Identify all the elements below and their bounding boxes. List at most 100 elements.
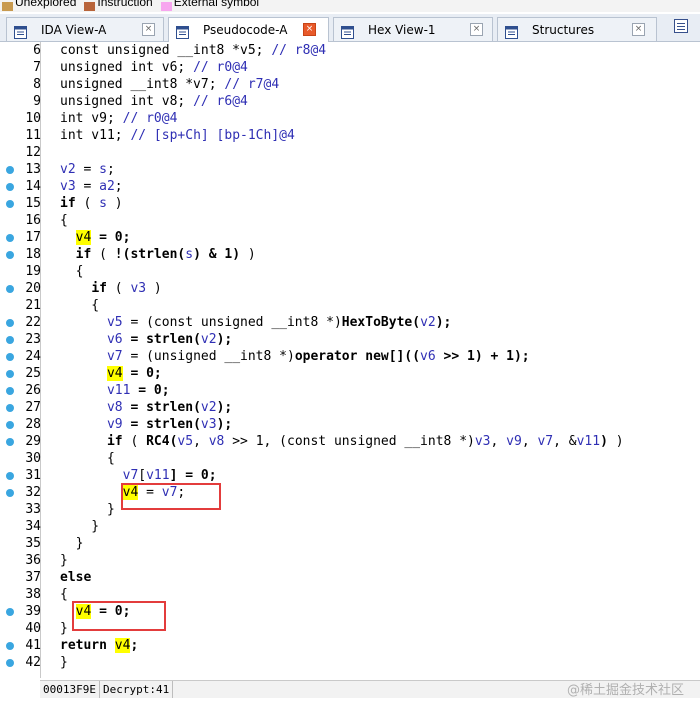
code-line[interactable]: 39 v4 = 0; bbox=[0, 603, 700, 620]
code-token[interactable]: v2 bbox=[420, 315, 436, 330]
code-line[interactable]: 36} bbox=[0, 552, 700, 569]
highlighted-token[interactable]: v4 bbox=[75, 230, 92, 245]
code-token: ( bbox=[122, 434, 147, 449]
tab-ida-view-a[interactable]: IDA View-A × bbox=[6, 17, 164, 41]
code-token[interactable]: v3 bbox=[475, 434, 491, 449]
highlighted-token[interactable]: v4 bbox=[122, 485, 139, 500]
tab-pseudocode-a[interactable]: Pseudocode-A × bbox=[168, 17, 329, 42]
code-line[interactable]: 6 const unsigned __int8 *v5; // r8@4 bbox=[0, 42, 700, 59]
code-line[interactable]: 37 else bbox=[0, 569, 700, 586]
code-line[interactable]: 29 if ( RC4(v5, v8 >> 1, (const unsigned… bbox=[0, 433, 700, 450]
code-token[interactable]: v6 bbox=[420, 349, 436, 364]
code-line[interactable]: 21 { bbox=[0, 297, 700, 314]
highlighted-token[interactable]: v4 bbox=[75, 604, 92, 619]
close-icon[interactable]: × bbox=[470, 23, 483, 36]
code-line[interactable]: 16 { bbox=[0, 212, 700, 229]
code-line[interactable]: 25 v4 = 0; bbox=[0, 365, 700, 382]
code-token[interactable]: v11 bbox=[107, 383, 130, 398]
tab-structures[interactable]: Structures × bbox=[497, 17, 657, 41]
code-token[interactable]: v9 bbox=[506, 434, 522, 449]
highlighted-token[interactable]: v4 bbox=[114, 638, 131, 653]
close-icon[interactable]: × bbox=[632, 23, 645, 36]
code-line[interactable]: 41 return v4; bbox=[0, 637, 700, 654]
code-text: v9 = strlen(v3); bbox=[60, 416, 232, 433]
code-text: unsigned int v8; // r6@4 bbox=[60, 93, 248, 110]
code-token[interactable]: v7 bbox=[537, 434, 553, 449]
close-icon[interactable]: × bbox=[142, 23, 155, 36]
code-line[interactable]: 28 v9 = strlen(v3); bbox=[0, 416, 700, 433]
code-token[interactable]: s bbox=[99, 196, 107, 211]
code-line[interactable]: 27 v8 = strlen(v2); bbox=[0, 399, 700, 416]
code-line[interactable]: 19 { bbox=[0, 263, 700, 280]
code-token: >> 1) + 1); bbox=[435, 349, 530, 364]
code-token[interactable]: a2 bbox=[99, 179, 115, 194]
code-token[interactable]: v8 bbox=[209, 434, 225, 449]
code-token: } bbox=[60, 502, 115, 517]
code-line[interactable]: 18 if ( !(strlen(s) & 1) ) bbox=[0, 246, 700, 263]
code-token[interactable]: s bbox=[99, 162, 107, 177]
code-line[interactable]: 38 { bbox=[0, 586, 700, 603]
code-token[interactable]: v6 bbox=[107, 332, 123, 347]
code-token[interactable]: v7 bbox=[123, 468, 139, 483]
code-line[interactable]: 24 v7 = (unsigned __int8 *)operator new[… bbox=[0, 348, 700, 365]
highlighted-token[interactable]: v4 bbox=[106, 366, 123, 381]
code-line[interactable]: 35 } bbox=[0, 535, 700, 552]
code-token: ) bbox=[607, 434, 624, 449]
code-line[interactable]: 23 v6 = strlen(v2); bbox=[0, 331, 700, 348]
code-token[interactable]: v5 bbox=[177, 434, 193, 449]
line-number: 19 bbox=[25, 264, 41, 279]
tab-hex-view-1[interactable]: Hex View-1 × bbox=[333, 17, 493, 41]
code-token: // r0@4 bbox=[193, 60, 248, 75]
code-token[interactable]: v7 bbox=[107, 349, 123, 364]
code-line[interactable]: 42} bbox=[0, 654, 700, 671]
code-line[interactable]: 8 unsigned __int8 *v7; // r7@4 bbox=[0, 76, 700, 93]
line-number: 23 bbox=[25, 332, 41, 347]
code-line[interactable]: 12 bbox=[0, 144, 700, 161]
code-token[interactable]: v3 bbox=[201, 417, 217, 432]
code-token[interactable]: v2 bbox=[201, 400, 217, 415]
code-token: // r0@4 bbox=[122, 111, 178, 126]
code-token: = bbox=[75, 162, 100, 177]
code-token[interactable]: s bbox=[185, 247, 193, 262]
code-token[interactable]: v3 bbox=[60, 179, 76, 194]
code-line[interactable]: 32 v4 = v7; bbox=[0, 484, 700, 501]
code-text: unsigned int v6; // r0@4 bbox=[60, 59, 248, 76]
code-line[interactable]: 22 v5 = (const unsigned __int8 *)HexToBy… bbox=[0, 314, 700, 331]
window-list-icon[interactable] bbox=[674, 19, 688, 33]
code-token[interactable]: v3 bbox=[130, 281, 146, 296]
code-text: } bbox=[60, 620, 68, 637]
code-token[interactable]: v11 bbox=[577, 434, 600, 449]
code-token[interactable]: v5 bbox=[107, 315, 123, 330]
code-line[interactable]: 34 } bbox=[0, 518, 700, 535]
tab-label: IDA View-A bbox=[41, 23, 107, 37]
code-text: if ( v3 ) bbox=[60, 280, 161, 297]
code-line[interactable]: 20 if ( v3 ) bbox=[0, 280, 700, 297]
code-line[interactable]: 14 v3 = a2; bbox=[0, 178, 700, 195]
code-text: int v9; // r0@4 bbox=[60, 110, 177, 127]
code-token[interactable]: v9 bbox=[107, 417, 123, 432]
code-line[interactable]: 26 v11 = 0; bbox=[0, 382, 700, 399]
code-token[interactable]: v2 bbox=[201, 332, 217, 347]
pseudocode-editor[interactable]: 6 const unsigned __int8 *v5; // r8@4 7 unsi… bbox=[0, 42, 700, 678]
code-line[interactable]: 9 unsigned int v8; // r6@4 bbox=[0, 93, 700, 110]
code-line[interactable]: 7 unsigned int v6; // r0@4 bbox=[0, 59, 700, 76]
code-token[interactable]: v7 bbox=[162, 485, 178, 500]
code-token[interactable]: v8 bbox=[107, 400, 123, 415]
code-line[interactable]: 40} bbox=[0, 620, 700, 637]
code-line[interactable]: 17 v4 = 0; bbox=[0, 229, 700, 246]
close-icon[interactable]: × bbox=[303, 23, 316, 36]
code-line[interactable]: 11 int v11; // [sp+Ch] [bp-1Ch]@4 bbox=[0, 127, 700, 144]
code-line[interactable]: 15 if ( s ) bbox=[0, 195, 700, 212]
code-token: = (const unsigned __int8 *) bbox=[122, 315, 342, 330]
code-line[interactable]: 30 { bbox=[0, 450, 700, 467]
code-text: return v4; bbox=[60, 637, 138, 654]
code-text: int v11; // [sp+Ch] [bp-1Ch]@4 bbox=[60, 127, 295, 144]
code-line[interactable]: 10 int v9; // r0@4 bbox=[0, 110, 700, 127]
code-token[interactable]: v2 bbox=[60, 162, 76, 177]
legend-label: Instruction bbox=[97, 0, 153, 9]
code-token[interactable]: v11 bbox=[146, 468, 169, 483]
code-line[interactable]: 31 v7[v11] = 0; bbox=[0, 467, 700, 484]
code-line[interactable]: 33 } bbox=[0, 501, 700, 518]
code-line[interactable]: 13 v2 = s; bbox=[0, 161, 700, 178]
